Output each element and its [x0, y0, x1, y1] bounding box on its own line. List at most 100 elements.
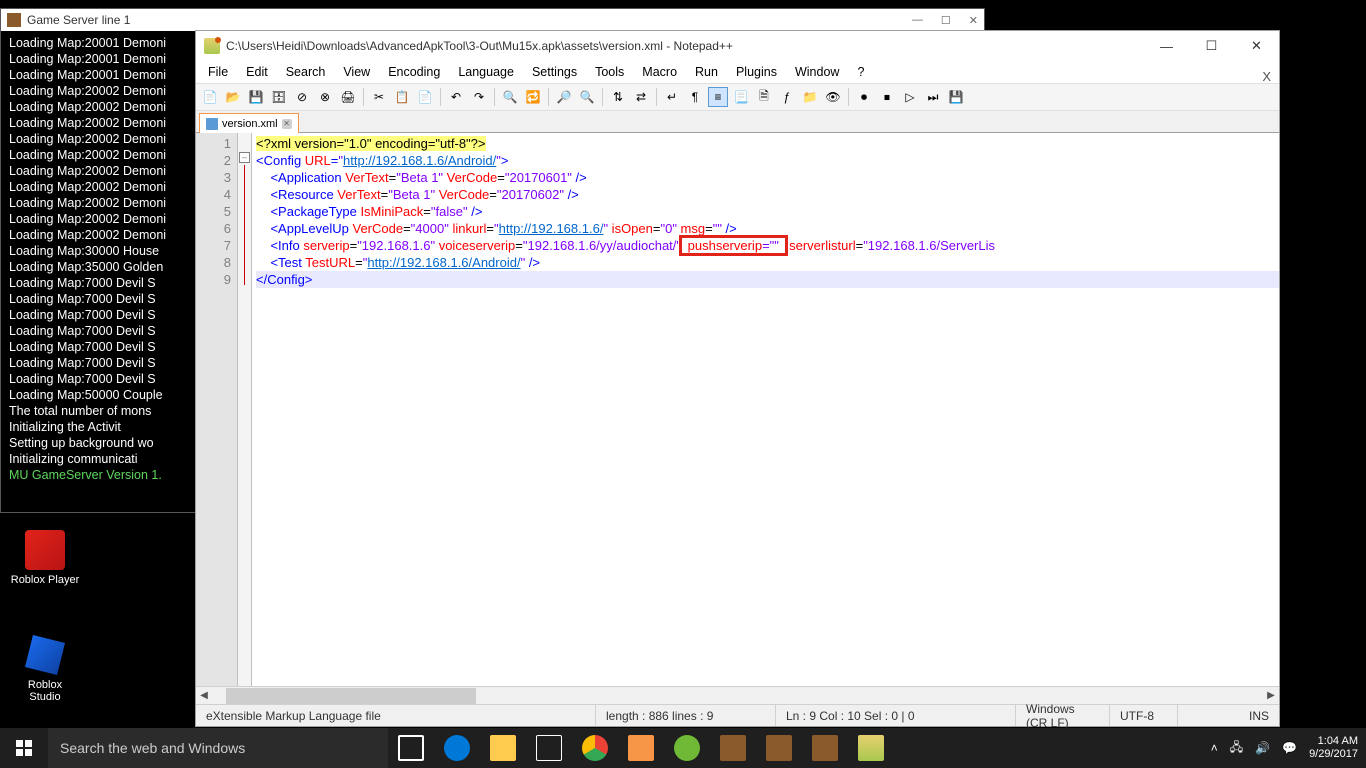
close-button[interactable]: ✕: [969, 14, 978, 27]
save-all-icon[interactable]: 🗄: [269, 87, 289, 107]
menu-bar: FileEditSearchViewEncodingLanguageSettin…: [196, 61, 1279, 83]
tab-versionxml[interactable]: version.xml ✕: [199, 113, 299, 133]
date-text: 9/29/2017: [1309, 748, 1358, 761]
roblox-studio-icon: [25, 635, 65, 675]
clock[interactable]: 1:04 AM 9/29/2017: [1309, 735, 1358, 761]
mu-icon-3[interactable]: [802, 728, 848, 768]
copy-icon[interactable]: 📋: [392, 87, 412, 107]
menu-view[interactable]: View: [335, 63, 378, 81]
volume-icon[interactable]: 🔊: [1255, 741, 1270, 755]
wordwrap-icon[interactable]: ↵: [662, 87, 682, 107]
undo-icon[interactable]: ↶: [446, 87, 466, 107]
doc-map-icon[interactable]: 🗎: [754, 87, 774, 107]
chrome-icon[interactable]: [572, 728, 618, 768]
menu-plugins[interactable]: Plugins: [728, 63, 785, 81]
utility-icon[interactable]: [664, 728, 710, 768]
roblox-player-shortcut[interactable]: Roblox Player: [10, 530, 80, 586]
line-gutter: 123456789: [196, 133, 238, 686]
start-button[interactable]: [0, 728, 48, 768]
replace-icon[interactable]: 🔁: [523, 87, 543, 107]
monitor-icon[interactable]: 👁: [823, 87, 843, 107]
print-icon[interactable]: 🖨: [338, 87, 358, 107]
status-language: eXtensible Markup Language file: [196, 705, 596, 726]
task-view-icon[interactable]: [388, 728, 434, 768]
menu-macro[interactable]: Macro: [634, 63, 685, 81]
menu-file[interactable]: File: [200, 63, 236, 81]
console-titlebar[interactable]: Game Server line 1 — ☐ ✕: [1, 9, 984, 31]
stop-icon[interactable]: ⏹: [877, 87, 897, 107]
new-file-icon[interactable]: 📄: [200, 87, 220, 107]
tab-close-icon[interactable]: ✕: [282, 119, 292, 129]
menu-language[interactable]: Language: [450, 63, 522, 81]
notepadpp-window: C:\Users\Heidi\Downloads\AdvancedApkTool…: [195, 30, 1280, 727]
sync-h-icon[interactable]: ⇄: [631, 87, 651, 107]
file-explorer-icon[interactable]: [480, 728, 526, 768]
tray-chevron-icon[interactable]: ˄: [1211, 741, 1218, 755]
downloader-icon[interactable]: [618, 728, 664, 768]
status-length: length : 886 lines : 9: [596, 705, 776, 726]
play-icon[interactable]: ▷: [900, 87, 920, 107]
udl-icon[interactable]: 📃: [731, 87, 751, 107]
minimize-button[interactable]: —: [1144, 32, 1189, 60]
menu-window[interactable]: Window: [787, 63, 847, 81]
menu-encoding[interactable]: Encoding: [380, 63, 448, 81]
fold-margin[interactable]: –: [238, 133, 252, 686]
npp-title-text: C:\Users\Heidi\Downloads\AdvancedApkTool…: [226, 39, 733, 53]
notepadpp-taskbar-icon[interactable]: [848, 728, 894, 768]
secondary-close[interactable]: X: [1262, 69, 1271, 84]
save-icon[interactable]: 💾: [246, 87, 266, 107]
zoom-in-icon[interactable]: 🔎: [554, 87, 574, 107]
menu-tools[interactable]: Tools: [587, 63, 632, 81]
allchars-icon[interactable]: ¶: [685, 87, 705, 107]
menu-run[interactable]: Run: [687, 63, 726, 81]
close-file-icon[interactable]: ⊘: [292, 87, 312, 107]
shortcut-label: Roblox Player: [10, 574, 80, 586]
paste-icon[interactable]: 📄: [415, 87, 435, 107]
cut-icon[interactable]: ✂: [369, 87, 389, 107]
indent-guide-icon[interactable]: ≡: [708, 87, 728, 107]
npp-titlebar[interactable]: C:\Users\Heidi\Downloads\AdvancedApkTool…: [196, 31, 1279, 61]
scroll-left-icon[interactable]: ◀: [196, 690, 212, 701]
console-title-text: Game Server line 1: [27, 13, 130, 27]
redo-icon[interactable]: ↷: [469, 87, 489, 107]
shortcut-label: Roblox Studio: [10, 679, 80, 703]
zoom-out-icon[interactable]: 🔍: [577, 87, 597, 107]
menu-?[interactable]: ?: [849, 63, 872, 81]
scroll-right-icon[interactable]: ▶: [1263, 690, 1279, 701]
maximize-button[interactable]: ☐: [1189, 32, 1234, 60]
menu-edit[interactable]: Edit: [238, 63, 276, 81]
close-button[interactable]: ✕: [1234, 32, 1279, 60]
save-macro-icon[interactable]: 💾: [946, 87, 966, 107]
record-icon[interactable]: ⏺: [854, 87, 874, 107]
scroll-thumb[interactable]: [226, 688, 476, 704]
code-content[interactable]: <?xml version="1.0" encoding="utf-8"?> <…: [252, 133, 1279, 686]
editor-area[interactable]: 123456789 – <?xml version="1.0" encoding…: [196, 133, 1279, 686]
fold-toggle-icon[interactable]: –: [239, 152, 250, 163]
search-box[interactable]: Search the web and Windows: [48, 728, 388, 768]
folder-icon[interactable]: 📁: [800, 87, 820, 107]
notepadpp-icon: [204, 38, 220, 54]
edge-icon[interactable]: [434, 728, 480, 768]
menu-settings[interactable]: Settings: [524, 63, 585, 81]
close-all-icon[interactable]: ⊗: [315, 87, 335, 107]
mu-icon-2[interactable]: [756, 728, 802, 768]
tab-label: version.xml: [222, 118, 278, 130]
store-icon[interactable]: [526, 728, 572, 768]
find-icon[interactable]: 🔍: [500, 87, 520, 107]
mu-icon-1[interactable]: [710, 728, 756, 768]
roblox-studio-shortcut[interactable]: Roblox Studio: [10, 635, 80, 703]
notifications-icon[interactable]: 💬: [1282, 741, 1297, 755]
minimize-button[interactable]: —: [912, 14, 923, 27]
maximize-button[interactable]: ☐: [941, 14, 951, 27]
network-icon[interactable]: 🖧: [1230, 738, 1243, 759]
status-eol: Windows (CR LF): [1016, 705, 1110, 726]
toolbar: 📄 📂 💾 🗄 ⊘ ⊗ 🖨 ✂ 📋 📄 ↶ ↷ 🔍 🔁 🔎 🔍 ⇅ ⇄ ↵ ¶ …: [196, 83, 1279, 111]
play-multi-icon[interactable]: ⏭: [923, 87, 943, 107]
func-list-icon[interactable]: ƒ: [777, 87, 797, 107]
status-position: Ln : 9 Col : 10 Sel : 0 | 0: [776, 705, 1016, 726]
sync-v-icon[interactable]: ⇅: [608, 87, 628, 107]
time-text: 1:04 AM: [1309, 735, 1358, 748]
horizontal-scrollbar[interactable]: ◀ ▶: [196, 686, 1279, 704]
open-file-icon[interactable]: 📂: [223, 87, 243, 107]
menu-search[interactable]: Search: [278, 63, 334, 81]
